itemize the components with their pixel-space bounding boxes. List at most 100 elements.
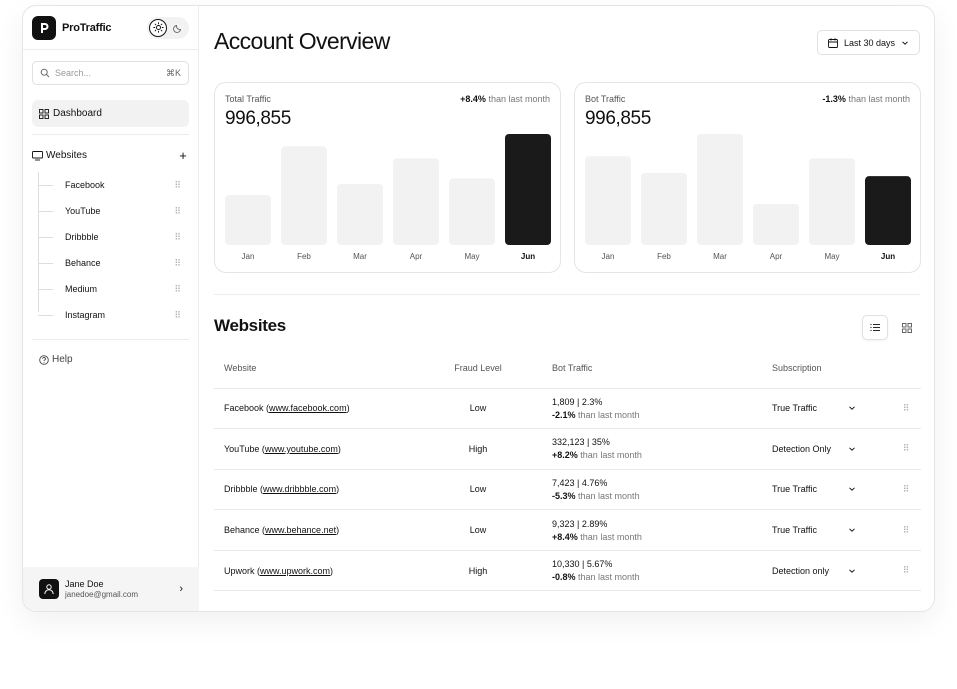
bot-delta-value: -5.3%	[552, 490, 576, 501]
drag-handle-icon[interactable]: ⠿	[891, 509, 921, 551]
tick-label-jan: Jan	[242, 252, 255, 261]
bot-traffic-value: 332,123 | 35%	[552, 437, 610, 448]
tick-label-jan: Jan	[602, 252, 615, 261]
app-window: ProTraffic Search... ⌘K Dashboard Websit…	[22, 5, 935, 612]
website-link[interactable]: www.youtube.com	[265, 444, 338, 454]
website-link[interactable]: www.facebook.com	[269, 403, 347, 413]
table-row[interactable]: Behance (www.behance.net) Low 9,323 | 2.89…	[214, 509, 921, 551]
website-cell: Behance (www.behance.net)	[214, 509, 424, 551]
bar-feb[interactable]	[281, 146, 327, 245]
user-info: Jane Doe janedoe@gmail.com	[65, 579, 138, 599]
column-header-bot-traffic[interactable]: Bot Traffic	[532, 348, 762, 389]
search-input[interactable]: Search... ⌘K	[32, 61, 189, 85]
sidebar-item-instagram[interactable]: Instagram ⠿	[38, 302, 198, 328]
drag-handle-icon[interactable]: ⠿	[174, 310, 181, 321]
website-cell: YouTube (www.youtube.com)	[214, 428, 424, 470]
column-header-fraud-level[interactable]: Fraud Level	[424, 348, 532, 389]
bot-delta-suffix: than last month	[578, 572, 640, 583]
drag-handle-icon[interactable]: ⠿	[174, 206, 181, 217]
table-row[interactable]: YouTube (www.youtube.com) High 332,123 | 3…	[214, 428, 921, 470]
websites-section-title: Websites	[214, 316, 286, 335]
tick-label-mar: Mar	[353, 252, 367, 261]
sidebar-item-label: Facebook	[65, 180, 105, 190]
sidebar-item-label: Dashboard	[53, 108, 102, 119]
bar-jan[interactable]	[225, 195, 271, 245]
website-link[interactable]: www.upwork.com	[260, 566, 330, 576]
bar-apr[interactable]	[393, 158, 439, 245]
moon-icon[interactable]	[169, 19, 187, 37]
drag-handle-icon[interactable]: ⠿	[891, 550, 921, 592]
sidebar-item-help[interactable]: Help	[39, 354, 182, 365]
sidebar-item-label: Dribbble	[65, 232, 99, 242]
subscription-select[interactable]: Detection only	[772, 566, 856, 576]
column-header-actions	[891, 348, 921, 389]
websites-table: Website Fraud Level Bot Traffic Subscrip…	[214, 348, 921, 592]
bot-traffic-cell: 10,330 | 5.67% -0.8% than last month	[532, 550, 762, 592]
column-header-website[interactable]: Website	[214, 348, 424, 389]
drag-handle-icon[interactable]: ⠿	[891, 428, 921, 470]
bar-mar[interactable]	[697, 134, 743, 245]
subscription-cell: Detection only	[762, 550, 891, 592]
bar-jun[interactable]	[865, 176, 911, 245]
list-view-button[interactable]	[862, 315, 888, 340]
bar-feb[interactable]	[641, 172, 687, 245]
sidebar-item-youtube[interactable]: YouTube ⠿	[38, 198, 198, 224]
bot-delta-suffix: than last month	[578, 409, 640, 420]
monitor-icon	[32, 150, 43, 160]
bot-traffic-value: 7,423 | 4.76%	[552, 477, 608, 488]
drag-handle-icon[interactable]: ⠿	[891, 388, 921, 430]
subscription-select[interactable]: Detection Only	[772, 444, 856, 454]
drag-handle-icon[interactable]: ⠿	[174, 180, 181, 191]
website-link[interactable]: www.behance.net	[265, 525, 336, 535]
grid-view-button[interactable]	[894, 315, 920, 340]
drag-handle-icon[interactable]: ⠿	[174, 232, 181, 243]
bot-delta-suffix: than last month	[578, 490, 640, 501]
bar-mar[interactable]	[337, 183, 383, 245]
divider	[214, 294, 920, 295]
website-cell: Facebook (www.facebook.com)	[214, 388, 424, 430]
bot-delta-suffix: than last month	[580, 450, 642, 461]
chevron-right-icon[interactable]: ›	[179, 583, 183, 595]
website-name: Dribbble	[224, 484, 258, 495]
user-email: janedoe@gmail.com	[65, 589, 139, 599]
sidebar-item-medium[interactable]: Medium ⠿	[38, 276, 198, 302]
bar-may[interactable]	[449, 178, 495, 245]
subscription-select[interactable]: True Traffic	[772, 525, 856, 535]
date-range-button[interactable]: Last 30 days	[816, 30, 920, 55]
drag-handle-icon[interactable]: ⠿	[891, 469, 921, 511]
subscription-select[interactable]: True Traffic	[772, 484, 856, 494]
bot-delta-suffix: than last month	[580, 531, 642, 542]
sidebar-item-dribbble[interactable]: Dribbble ⠿	[38, 224, 198, 250]
drag-handle-icon[interactable]: ⠿	[174, 284, 181, 295]
bot-delta-value: +8.4%	[552, 531, 578, 542]
drag-handle-icon[interactable]: ⠿	[174, 258, 181, 269]
bar-apr[interactable]	[753, 203, 799, 245]
subscription-select[interactable]: True Traffic	[772, 403, 856, 413]
sidebar-item-label: Instagram	[65, 310, 106, 320]
tick-label-apr: Apr	[410, 252, 423, 261]
sidebar-item-behance[interactable]: Behance ⠿	[38, 250, 198, 276]
bar-may[interactable]	[809, 158, 855, 245]
user-menu[interactable]: Jane Doe janedoe@gmail.com ›	[23, 567, 199, 611]
sidebar-item-facebook[interactable]: Facebook ⠿	[38, 172, 198, 198]
website-cell: Upwork (www.upwork.com)	[214, 550, 424, 592]
bot-traffic-cell: 1,809 | 2.3% -2.1% than last month	[532, 388, 762, 430]
table-row[interactable]: Upwork (www.upwork.com) High 10,330 | 5.67…	[214, 550, 921, 592]
add-website-icon[interactable]: +	[177, 148, 189, 163]
sun-icon[interactable]	[149, 18, 167, 37]
sidebar-item-dashboard[interactable]: Dashboard	[32, 100, 189, 127]
sidebar-item-label: Help	[52, 354, 73, 365]
theme-toggle[interactable]	[147, 16, 189, 39]
brand-name: ProTraffic	[62, 21, 112, 34]
bar-jun[interactable]	[505, 134, 551, 245]
table-row[interactable]: Dribbble (www.dribbble.com) Low 7,423 | 4.…	[214, 469, 921, 511]
bar-jan[interactable]	[585, 156, 631, 245]
bot-traffic-delta: -0.8% than last month	[552, 572, 762, 582]
sidebar-websites-header[interactable]: Websites +	[32, 148, 189, 163]
column-header-subscription[interactable]: Subscription	[762, 348, 891, 389]
table-row[interactable]: Facebook (www.facebook.com) Low 1,809 | 2.…	[214, 388, 921, 430]
bot-traffic-delta: +8.4% than last month	[552, 532, 762, 542]
avatar	[39, 579, 59, 599]
website-link[interactable]: www.dribbble.com	[263, 484, 336, 494]
divider	[32, 339, 189, 340]
